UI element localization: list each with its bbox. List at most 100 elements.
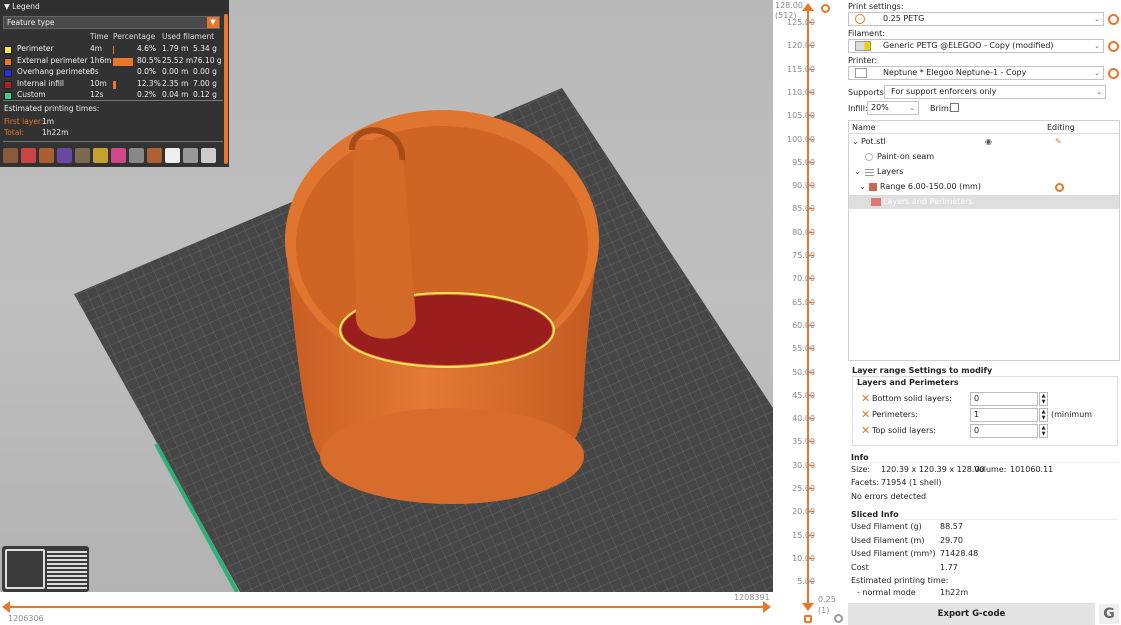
supports-label: Supports: — [848, 88, 887, 97]
legend-time: 12s — [90, 90, 104, 99]
tree-item-layers[interactable]: ⌄ Layers — [849, 165, 1119, 179]
info-divider — [849, 462, 1119, 463]
filament-value: Generic PETG @ELEGOO - Copy (modified) — [883, 41, 1054, 50]
size-label: Size: — [851, 465, 871, 474]
legend-scrollbar[interactable] — [224, 14, 228, 164]
legend-row[interactable]: Internal infill 10m 12.3% 2.35 m 7.00 g — [0, 79, 229, 90]
tool-marker-icon[interactable] — [201, 147, 216, 163]
vslider-top-thumb[interactable] — [802, 3, 814, 11]
custom-gcode-icon[interactable] — [147, 147, 162, 163]
remove-setting-icon[interactable]: ✕ — [861, 424, 870, 438]
errors-status: No errors detected — [851, 492, 927, 501]
print-settings-gear-icon[interactable] — [1108, 14, 1119, 25]
tree-item-seam[interactable]: Paint-on seam — [849, 150, 1119, 164]
infill-value: 20% — [871, 103, 889, 112]
remove-setting-icon[interactable]: ✕ — [861, 392, 870, 406]
filament-gear-icon[interactable] — [1108, 41, 1119, 52]
edit-icon[interactable]: ✎ — [1055, 135, 1062, 149]
hslider-track[interactable] — [8, 606, 768, 608]
print-settings-combo[interactable]: 0.25 PETG ⌄ — [848, 12, 1104, 26]
supports-combo[interactable]: For support enforcers only ⌄ — [884, 85, 1106, 99]
volume-label: Volume: — [974, 465, 1007, 474]
legend-header[interactable]: ▼ Legend — [0, 0, 229, 13]
3d-view-icon[interactable] — [5, 549, 45, 589]
legend-row[interactable]: Overhang perimeter 0s 0.0% 0.00 m 0.00 g — [0, 67, 229, 78]
legend-row[interactable]: Perimeter 4m 4.6% 1.79 m 5.34 g — [0, 44, 229, 55]
tree-item-range[interactable]: ⌄ Range 6.00-150.00 (mm) — [849, 180, 1119, 194]
chevron-down-icon[interactable]: ⌄ — [854, 165, 861, 179]
tree-item-layer-settings[interactable]: Layers and Perimeters — [849, 195, 1119, 209]
lrs-field-input[interactable]: 0 — [970, 424, 1038, 438]
gcode-viewer-logo[interactable]: G — [1099, 604, 1119, 624]
chevron-down-icon[interactable]: ⌄ — [1094, 67, 1100, 79]
vslider-bottom-thumb[interactable] — [802, 603, 814, 611]
eye-icon[interactable]: ◉ — [985, 135, 992, 149]
legend-feature-name: Perimeter — [17, 44, 54, 53]
object-name: Pot.stl — [861, 137, 886, 146]
tool-changes-icon[interactable] — [93, 147, 108, 163]
print-settings-value: 0.25 PETG — [883, 14, 925, 23]
printer-combo[interactable]: Neptune * Elegoo Neptune-1 - Copy ⌄ — [848, 66, 1104, 80]
filament-combo[interactable]: Generic PETG @ELEGOO - Copy (modified) ⌄ — [848, 39, 1104, 53]
layers-view-icon[interactable] — [47, 549, 87, 589]
volume-value: 101060.11 — [1010, 465, 1054, 474]
chevron-down-icon[interactable]: ▼ — [207, 17, 219, 28]
vslider-cog-icon[interactable] — [821, 4, 830, 13]
3d-viewport[interactable]: ▼ Legend Feature type ▼ Time Percentage … — [0, 0, 773, 592]
spin-buttons[interactable]: ▲ ▼ — [1039, 392, 1048, 406]
lrs-field-input[interactable]: 0 — [970, 392, 1038, 406]
shells-icon[interactable] — [183, 147, 198, 163]
travel-icon[interactable] — [3, 147, 18, 163]
chevron-down-icon[interactable]: ⌄ — [852, 135, 859, 149]
sliced-divider — [849, 519, 1119, 520]
retractions-icon[interactable] — [39, 147, 54, 163]
col-percentage: Percentage — [113, 32, 156, 41]
settings-icon[interactable] — [834, 614, 843, 623]
chevron-down-icon[interactable]: ⌄ — [909, 102, 915, 114]
hslider-right-thumb[interactable] — [763, 601, 771, 613]
legend-percent: 0.0% — [137, 67, 157, 76]
pause-icon[interactable] — [129, 147, 144, 163]
color-swatch — [4, 80, 12, 89]
printer-gear-icon[interactable] — [1108, 68, 1119, 79]
col-time: Time — [90, 32, 109, 41]
color-changes-icon[interactable] — [111, 147, 126, 163]
collapse-icon[interactable]: ▼ — [4, 2, 12, 11]
view-toggle — [2, 546, 89, 592]
total-label: Total: — [4, 128, 25, 137]
chevron-down-icon[interactable]: ⌄ — [1096, 86, 1102, 98]
chevron-down-icon[interactable]: ⌄ — [859, 180, 866, 194]
range-gear-icon[interactable] — [1055, 183, 1064, 192]
normal-mode-label: - normal mode — [857, 588, 916, 597]
wipe-icon[interactable] — [21, 147, 36, 163]
vertical-slider[interactable]: 128.00 (512) 125.00 120.00 115.00 110.00 105… — [773, 0, 847, 625]
feature-type-select[interactable]: Feature type ▼ — [3, 16, 220, 29]
vslider-tick-mark — [809, 185, 814, 187]
export-gcode-button[interactable]: Export G-code — [848, 603, 1095, 625]
vslider-tick-mark — [809, 45, 814, 47]
legend-row[interactable]: External perimeter 1h6m 80.5% 25.52 m 76.10 … — [0, 56, 229, 67]
facets-value: 71954 (1 shell) — [881, 478, 942, 487]
seam-icon — [865, 153, 873, 161]
object-list: Name Editing ⌄ Pot.stl ◉ ✎ Paint-on seam… — [848, 120, 1120, 361]
chevron-down-icon[interactable]: ⌄ — [1094, 40, 1100, 52]
deretractions-icon[interactable] — [57, 147, 72, 163]
lrs-field-label: Bottom solid layers: — [872, 394, 952, 403]
tree-item-object[interactable]: ⌄ Pot.stl ◉ ✎ — [849, 135, 1119, 149]
seams-icon[interactable] — [75, 147, 90, 163]
vslider-tick-mark — [809, 161, 814, 163]
lrs-field-input[interactable]: 1 — [970, 408, 1038, 422]
remove-setting-icon[interactable]: ✕ — [861, 408, 870, 422]
spin-buttons[interactable]: ▲ ▼ — [1039, 408, 1048, 422]
est-time-label: Estimated printing time: — [851, 576, 949, 585]
hslider-left-thumb[interactable] — [2, 601, 10, 613]
infill-combo[interactable]: 20% ⌄ — [867, 101, 919, 115]
chevron-down-icon[interactable]: ⌄ — [1094, 13, 1100, 25]
spin-buttons[interactable]: ▲ ▼ — [1039, 424, 1048, 438]
vslider-tick-mark — [809, 22, 814, 23]
brim-checkbox[interactable] — [950, 103, 959, 112]
center-of-gravity-icon[interactable] — [165, 147, 180, 163]
lock-icon[interactable] — [804, 615, 812, 623]
horizontal-slider[interactable]: 1206306 1208391 — [0, 592, 773, 625]
lrs-field-suffix: (minimum — [1051, 410, 1093, 419]
